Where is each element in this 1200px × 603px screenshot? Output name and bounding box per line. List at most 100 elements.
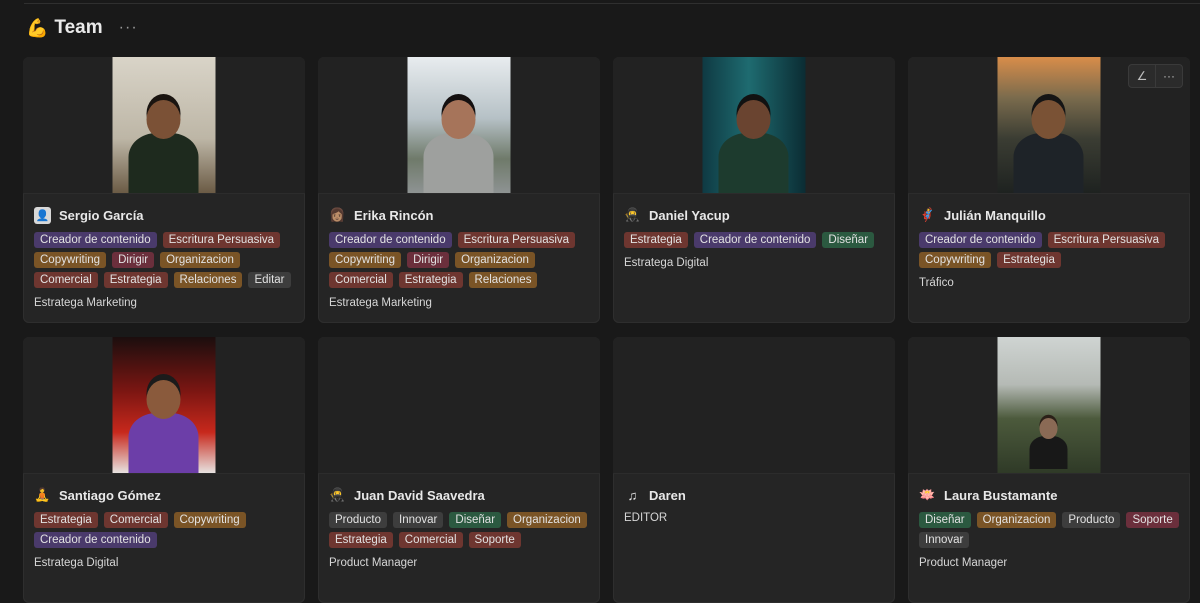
team-member-card[interactable]: 🥷 Daniel Yacup Estrategia Creador de conten… bbox=[613, 57, 895, 323]
gallery-grid: 👤 Sergio García Creador de contenido Escrit… bbox=[23, 57, 1190, 603]
member-role: Estratega Marketing bbox=[329, 297, 432, 309]
skill-tag: Organizacion bbox=[507, 512, 587, 528]
member-name-row[interactable]: 🪷 Laura Bustamante bbox=[919, 486, 1179, 504]
card-cover bbox=[318, 337, 600, 474]
skill-tags: Estrategia Creador de contenido Diseñar bbox=[624, 232, 884, 248]
member-role: Product Manager bbox=[329, 557, 418, 569]
skill-tag: Comercial bbox=[398, 532, 463, 548]
profile-photo[interactable] bbox=[997, 337, 1101, 473]
superhero-emoji-icon: 🦸 bbox=[919, 207, 936, 222]
card-properties: 👤 Sergio García Creador de contenido Escrit… bbox=[23, 194, 305, 309]
team-member-card[interactable]: 👤 Sergio García Creador de contenido Escrit… bbox=[23, 57, 305, 323]
top-divider bbox=[24, 3, 1200, 4]
card-cover bbox=[23, 337, 305, 474]
skill-tag: Producto bbox=[1062, 512, 1121, 528]
member-role: Estratega Digital bbox=[624, 257, 709, 269]
profile-photo[interactable] bbox=[112, 337, 216, 473]
skill-tag: Relaciones bbox=[173, 272, 243, 288]
ninja-emoji-icon: 🥷 bbox=[329, 487, 346, 502]
skill-tag: Soporte bbox=[468, 532, 521, 548]
team-member-card[interactable]: 🧘 Santiago Gómez Estrategia Comercial Copywr… bbox=[23, 337, 305, 603]
member-name-row[interactable]: 🥷 Daniel Yacup bbox=[624, 206, 884, 224]
member-name: Sergio García bbox=[59, 207, 144, 223]
profile-photo[interactable] bbox=[112, 57, 216, 193]
member-name: Erika Rincón bbox=[354, 207, 434, 223]
member-role: Estratega Marketing bbox=[34, 297, 137, 309]
skill-tag: Editar bbox=[248, 272, 291, 288]
skill-tags: Creador de contenido Escritura Persuasiva… bbox=[34, 232, 294, 288]
card-cover bbox=[23, 57, 305, 194]
card-hover-actions: ∠ ··· bbox=[1128, 64, 1183, 88]
person-body bbox=[423, 133, 494, 193]
skill-tag: Dirigir bbox=[112, 252, 155, 268]
person-body bbox=[1013, 133, 1084, 193]
skill-tag: Creador de contenido bbox=[919, 232, 1042, 248]
skill-tag: Innovar bbox=[919, 532, 970, 548]
skill-tags: Creador de contenido Escritura Persuasiva… bbox=[919, 232, 1179, 268]
team-member-card[interactable]: ♫ Daren EDITOR bbox=[613, 337, 895, 603]
skill-tag: Diseñar bbox=[449, 512, 502, 528]
skill-tag: Estrategia bbox=[34, 512, 98, 528]
skill-tags: Estrategia Comercial Copywriting Creador de… bbox=[34, 512, 294, 548]
skill-tag: Comercial bbox=[103, 512, 168, 528]
more-options-icon[interactable]: ··· bbox=[119, 19, 138, 37]
card-properties: 🥷 Daniel Yacup Estrategia Creador de conten… bbox=[613, 194, 895, 269]
card-properties: ♫ Daren EDITOR bbox=[613, 474, 895, 525]
profile-photo[interactable] bbox=[702, 57, 806, 193]
woman-emoji-icon: 👩🏽 bbox=[329, 207, 346, 222]
pencil-icon[interactable]: ∠ bbox=[1129, 65, 1155, 87]
member-role: EDITOR bbox=[624, 512, 668, 524]
member-name-row[interactable]: 🥷 Juan David Saavedra bbox=[329, 486, 589, 504]
skill-tag: Soporte bbox=[1126, 512, 1179, 528]
person-head bbox=[146, 99, 181, 139]
skill-tag: Diseñar bbox=[919, 512, 971, 528]
person-body bbox=[1029, 436, 1068, 469]
flexed-biceps-icon: 💪 bbox=[26, 17, 49, 38]
skill-tag: Escritura Persuasiva bbox=[162, 232, 281, 248]
skill-tag: Organizacion bbox=[976, 512, 1057, 528]
skill-tag: Creador de contenido bbox=[693, 232, 817, 248]
meditation-emoji-icon: 🧘 bbox=[34, 487, 51, 502]
card-cover bbox=[613, 57, 895, 194]
member-name-row[interactable]: 👤 Sergio García bbox=[34, 206, 294, 224]
member-role: Estratega Digital bbox=[34, 557, 119, 569]
music-note-icon: ♫ bbox=[627, 487, 638, 503]
member-name-row[interactable]: 🦸 Julián Manquillo bbox=[919, 206, 1179, 224]
skill-tag: Dirigir bbox=[407, 252, 450, 268]
team-member-card[interactable]: 🪷 Laura Bustamante Diseñar Organizacion Prod… bbox=[908, 337, 1190, 603]
member-name: Laura Bustamante bbox=[944, 487, 1058, 503]
person-head bbox=[1031, 99, 1066, 139]
skill-tag: Copywriting bbox=[173, 512, 246, 528]
member-name-row[interactable]: ♫ Daren bbox=[624, 486, 884, 504]
skill-tag: Comercial bbox=[34, 272, 98, 288]
skill-tag: Producto bbox=[329, 512, 388, 528]
skill-tag: Creador de contenido bbox=[34, 532, 157, 548]
skill-tags: Diseñar Organizacion Producto Soporte Innova… bbox=[919, 512, 1179, 548]
person-head bbox=[441, 99, 476, 139]
member-name: Santiago Gómez bbox=[59, 487, 161, 503]
profile-photo[interactable] bbox=[997, 57, 1101, 193]
card-cover bbox=[613, 337, 895, 474]
team-member-card[interactable]: ∠ ··· 🦸 Julián Manquillo Creador de contenid… bbox=[908, 57, 1190, 323]
card-properties: 🦸 Julián Manquillo Creador de contenido Esc… bbox=[908, 194, 1190, 289]
skill-tag: Creador de contenido bbox=[329, 232, 452, 248]
member-name-row[interactable]: 🧘 Santiago Gómez bbox=[34, 486, 294, 504]
skill-tag: Escritura Persuasiva bbox=[457, 232, 576, 248]
skill-tag: Estrategia bbox=[624, 232, 688, 248]
member-name-row[interactable]: 👩🏽 Erika Rincón bbox=[329, 206, 589, 224]
profile-photo[interactable] bbox=[407, 57, 511, 193]
team-member-card[interactable]: 🥷 Juan David Saavedra Producto Innovar Diseñ… bbox=[318, 337, 600, 603]
skill-tag: Comercial bbox=[329, 272, 393, 288]
skill-tag: Escritura Persuasiva bbox=[1047, 232, 1166, 248]
member-name: Juan David Saavedra bbox=[354, 487, 485, 503]
skill-tag: Innovar bbox=[393, 512, 444, 528]
member-name: Daniel Yacup bbox=[649, 207, 730, 223]
page-title[interactable]: Team bbox=[54, 17, 102, 39]
team-member-card[interactable]: 👩🏽 Erika Rincón Creador de contenido Escrit… bbox=[318, 57, 600, 323]
skill-tags: Producto Innovar Diseñar Organizacion Estrat… bbox=[329, 512, 589, 548]
skill-tag: Estrategia bbox=[103, 272, 168, 288]
more-icon[interactable]: ··· bbox=[1155, 65, 1182, 87]
card-properties: 🧘 Santiago Gómez Estrategia Comercial Copywr… bbox=[23, 474, 305, 569]
member-name: Daren bbox=[649, 487, 686, 503]
person-body bbox=[718, 133, 789, 193]
